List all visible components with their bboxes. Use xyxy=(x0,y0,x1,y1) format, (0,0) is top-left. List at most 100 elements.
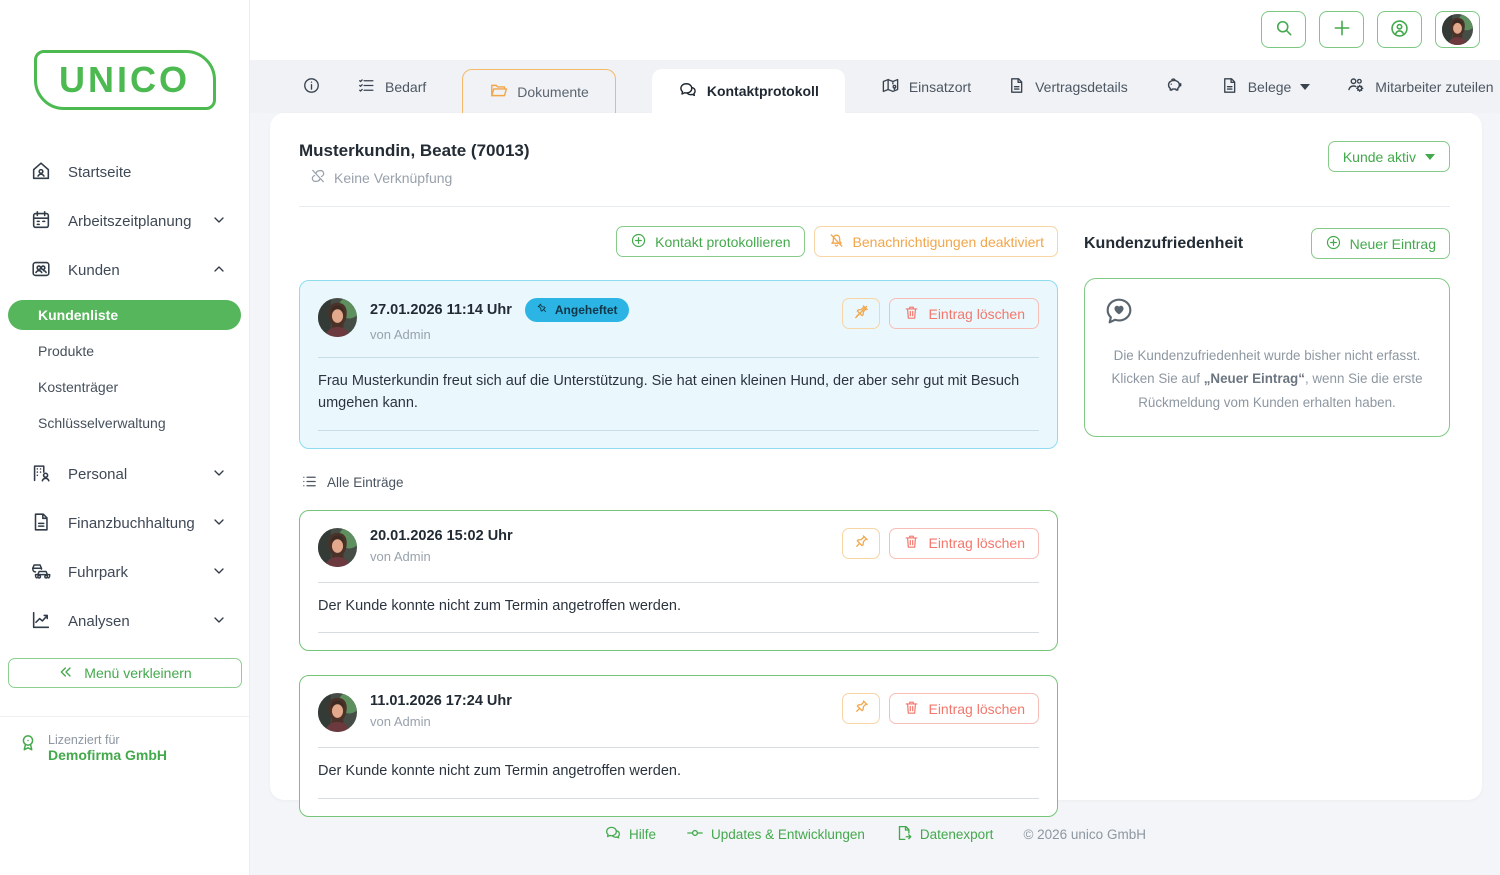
tab-label: Bedarf xyxy=(385,79,426,95)
pin-entry-button[interactable] xyxy=(842,693,880,724)
sidebar-item-produkte[interactable]: Produkte xyxy=(8,336,241,366)
pin-off-icon xyxy=(852,303,870,324)
account-icon xyxy=(1389,18,1410,42)
satisfaction-column: Kundenzufriedenheit Neuer Eintrag Die Ku… xyxy=(1084,226,1450,841)
tab-mitarbeiter-zuteilen[interactable]: Mitarbeiter zuteilen xyxy=(1346,75,1493,98)
entry-author: von Admin xyxy=(370,327,829,342)
document-icon xyxy=(1220,76,1239,98)
customer-status-dropdown[interactable]: Kunde aktiv xyxy=(1328,141,1450,172)
profile-avatar-button[interactable] xyxy=(1435,11,1480,48)
fleet-icon xyxy=(30,560,52,586)
tab-label: Dokumente xyxy=(517,84,589,100)
entry-divider xyxy=(318,798,1039,799)
add-button[interactable] xyxy=(1319,11,1364,48)
entry-datetime: 27.01.2026 11:14 Uhr xyxy=(370,302,512,318)
delete-entry-button[interactable]: Eintrag löschen xyxy=(889,528,1039,559)
calendar-icon xyxy=(30,209,52,235)
feedback-heart-icon xyxy=(1103,314,1135,331)
entry-divider xyxy=(318,747,1039,748)
pin-icon xyxy=(536,302,549,318)
unpin-entry-button[interactable] xyxy=(842,298,880,329)
pinned-badge: Angeheftet xyxy=(525,298,629,322)
sidebar-item-kunden[interactable]: Kunden xyxy=(8,246,241,295)
collapse-menu-button[interactable]: Menü verkleinern xyxy=(8,658,242,688)
tab-bedarf[interactable]: Bedarf xyxy=(357,76,426,98)
tab-info[interactable] xyxy=(302,76,321,98)
customer-header: Musterkundin, Beate (70013) Keine Verknü… xyxy=(299,141,1450,188)
tab-label: Kontaktprotokoll xyxy=(707,83,819,99)
entry-author: von Admin xyxy=(370,714,829,729)
tab-bar: Bedarf Dokumente Kontaktprotokoll Einsat… xyxy=(250,60,1500,113)
pin-icon xyxy=(852,533,870,554)
pin-entry-button[interactable] xyxy=(842,528,880,559)
chevron-down-icon xyxy=(211,212,227,232)
tab-einsatzort[interactable]: Einsatzort xyxy=(881,76,971,98)
account-button[interactable] xyxy=(1377,11,1422,48)
tab-label: Mitarbeiter zuteilen xyxy=(1375,79,1493,95)
sidebar-item-arbeitszeitplanung[interactable]: Arbeitszeitplanung xyxy=(8,197,241,246)
entry-text: Frau Musterkundin freut sich auf die Unt… xyxy=(318,371,1039,415)
unico-logo: UNICO xyxy=(34,50,216,110)
delete-entry-button[interactable]: Eintrag löschen xyxy=(889,693,1039,724)
sidebar-item-fuhrpark[interactable]: Fuhrpark xyxy=(8,548,241,597)
trash-icon xyxy=(903,533,920,553)
entry-text: Der Kunde konnte nicht zum Termin angetr… xyxy=(318,761,1039,783)
double-chevron-left-icon xyxy=(58,664,74,683)
avatar xyxy=(318,528,357,567)
search-button[interactable] xyxy=(1261,11,1306,48)
sidebar-nav: Startseite Arbeitszeitplanung Kunden Kun… xyxy=(0,148,249,646)
sidebar-item-schluesselverwaltung[interactable]: Schlüsselverwaltung xyxy=(8,408,241,438)
chevron-down-icon xyxy=(211,465,227,485)
sidebar-item-personal[interactable]: Personal xyxy=(8,450,241,499)
topbar-actions xyxy=(1261,11,1480,48)
entry-divider xyxy=(318,430,1039,431)
tab-vertragsdetails[interactable]: Vertragsdetails xyxy=(1007,76,1128,98)
sidebar-item-label: Finanzbuchhaltung xyxy=(68,515,195,532)
collapse-menu-label: Menü verkleinern xyxy=(84,665,191,681)
sidebar-item-label: Analysen xyxy=(68,613,195,630)
chevron-down-icon xyxy=(211,563,227,583)
sidebar-item-startseite[interactable]: Startseite xyxy=(8,148,241,197)
new-satisfaction-entry-button[interactable]: Neuer Eintrag xyxy=(1311,228,1450,259)
tab-belege[interactable]: Belege xyxy=(1220,76,1311,98)
header-divider xyxy=(299,206,1450,207)
plus-icon xyxy=(1332,18,1352,41)
delete-entry-button[interactable]: Eintrag löschen xyxy=(889,298,1039,329)
chevron-up-icon xyxy=(211,261,227,281)
home-icon xyxy=(30,160,52,186)
map-pin-icon xyxy=(881,76,900,98)
sidebar-item-label: Kunden xyxy=(68,262,195,279)
license-name: Demofirma GmbH xyxy=(48,747,167,763)
sidebar-item-label: Fuhrpark xyxy=(68,564,195,581)
status-label: Kunde aktiv xyxy=(1343,149,1416,165)
satisfaction-title: Kundenzufriedenheit xyxy=(1084,235,1243,253)
trash-icon xyxy=(903,304,920,324)
entry-divider xyxy=(318,357,1039,358)
trash-icon xyxy=(903,699,920,719)
sidebar-item-kostentraeger[interactable]: Kostenträger xyxy=(8,372,241,402)
sidebar-item-finanzbuchhaltung[interactable]: Finanzbuchhaltung xyxy=(8,499,241,548)
chevron-down-icon xyxy=(211,612,227,632)
sidebar-item-kundenliste[interactable]: Kundenliste xyxy=(8,300,241,330)
tab-piggy-bank[interactable] xyxy=(1164,75,1184,98)
sidebar-item-analysen[interactable]: Analysen xyxy=(8,597,241,646)
avatar xyxy=(318,693,357,732)
checklist-icon xyxy=(357,76,376,98)
all-entries-label-row: Alle Einträge xyxy=(301,473,1058,493)
tab-kontaktprotokoll[interactable]: Kontaktprotokoll xyxy=(652,69,845,113)
all-entries-label: Alle Einträge xyxy=(327,475,404,490)
topbar xyxy=(250,0,1500,60)
info-icon xyxy=(302,76,321,98)
notifications-disabled-button[interactable]: Benachrichtigungen deaktiviert xyxy=(814,226,1058,257)
entry-author: von Admin xyxy=(370,549,829,564)
satisfaction-empty-text: Die Kundenzufriedenheit wurde bisher nic… xyxy=(1103,344,1431,414)
chevron-down-icon xyxy=(211,514,227,534)
plus-circle-icon xyxy=(630,232,647,252)
customers-icon xyxy=(30,258,52,284)
tab-dokumente[interactable]: Dokumente xyxy=(462,69,616,113)
log-contact-button[interactable]: Kontakt protokollieren xyxy=(616,226,804,257)
sidebar-divider xyxy=(0,716,249,717)
license-info: Lizenziert für Demofirma GmbH xyxy=(0,733,249,763)
satisfaction-empty-card: Die Kundenzufriedenheit wurde bisher nic… xyxy=(1084,278,1450,437)
tab-label: Einsatzort xyxy=(909,79,971,95)
